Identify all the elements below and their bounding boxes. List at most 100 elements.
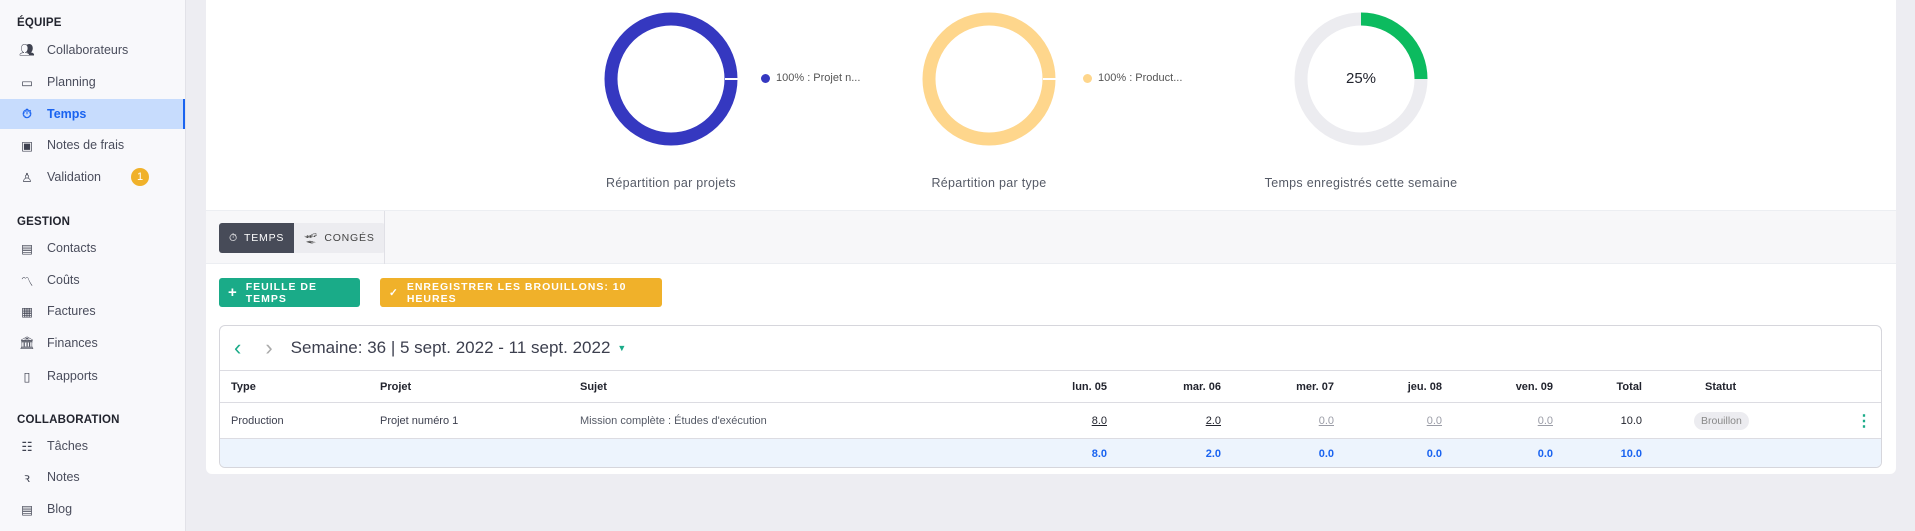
column-header: jeu. 08 [1407, 380, 1442, 393]
stamp-icon: ♙ [21, 170, 33, 185]
sidebar-item-temps[interactable]: ⏱ Temps [0, 99, 185, 129]
contact-card-icon: ▤ [21, 241, 33, 256]
total-cell: 10.0 [1620, 448, 1642, 460]
chevron-right-icon[interactable]: › [265, 335, 272, 361]
tab-band: ⏱ TEMPS 🛫︎ CONGÉS [206, 210, 1896, 264]
calendar-icon: ▭ [21, 75, 33, 90]
sidebar-item-label: Notes de frais [47, 138, 125, 152]
column-header: Sujet [580, 380, 607, 393]
sidebar-item-notes[interactable]: ꝛ Notes [0, 462, 185, 492]
tab-temps[interactable]: ⏱ TEMPS [219, 223, 295, 253]
total-cell: 8.0 [1091, 448, 1107, 460]
total-cell: 0.0 [1318, 448, 1334, 460]
sidebar-item-rapports[interactable]: ▯ Rapports [0, 361, 185, 391]
sidebar-item-label: Rapports [47, 369, 98, 383]
sidebar-section-title: GESTION [17, 216, 71, 228]
week-navigator: ‹ › Semaine: 36 | 5 sept. 2022 - 11 sept… [220, 326, 1881, 371]
column-header: Statut [1705, 380, 1737, 393]
column-header: mar. 06 [1183, 380, 1221, 393]
hours-cell[interactable]: 8.0 [1092, 415, 1107, 427]
donut-type [922, 12, 1056, 146]
sidebar-item-label: Finances [47, 336, 98, 350]
hours-cell[interactable]: 0.0 [1319, 415, 1334, 427]
sidebar-item-label: Validation [47, 170, 101, 184]
sidebar-item-validation[interactable]: ♙ Validation 1 [0, 162, 185, 192]
sidebar-item-factures[interactable]: ▦ Factures [0, 296, 185, 326]
check-icon: ✓ [389, 286, 399, 299]
table-header: Type Projet Sujet lun. 05 mar. 06 mer. 07 jeu.… [220, 371, 1881, 403]
sidebar-item-label: Contacts [47, 241, 97, 255]
new-timesheet-button[interactable]: + FEUILLE DE TEMPS [219, 278, 360, 307]
chart-caption: Répartition par projets [606, 176, 736, 190]
chevron-left-icon[interactable]: ‹ [234, 335, 241, 361]
sidebar-item-notesdefrais[interactable]: ▣ Notes de frais [0, 130, 185, 160]
comment-list-icon: ▤ [21, 502, 33, 517]
button-label: ENREGISTRER LES BROUILLONS: 10 HEURES [406, 280, 627, 305]
hours-cell[interactable]: 0.0 [1427, 415, 1442, 427]
donut-center-value: 25% [1345, 70, 1377, 87]
timesheet-table: ‹ › Semaine: 36 | 5 sept. 2022 - 11 sept… [219, 325, 1882, 468]
total-cell: 2.0 [1205, 448, 1221, 460]
tab-label: CONGÉS [324, 232, 375, 244]
sidebar-item-blog[interactable]: ▤ Blog [0, 494, 185, 524]
sidebar-item-contacts[interactable]: ▤ Contacts [0, 233, 185, 263]
sidebar-item-label: Tâches [47, 439, 88, 453]
legend-label: 100% : Product... [1098, 72, 1183, 84]
sidebar-section-title: ÉQUIPE [17, 17, 62, 29]
week-title[interactable]: Semaine: 36 | 5 sept. 2022 - 11 sept. 20… [291, 338, 611, 358]
hours-cell[interactable]: 0.0 [1538, 415, 1553, 427]
people-icon: 👥︎ [19, 42, 35, 57]
sidebar-item-label: Collaborateurs [47, 43, 129, 57]
column-header: Type [231, 380, 256, 393]
wallet-icon: ▣ [21, 138, 33, 153]
tab-conges[interactable]: 🛫︎ CONGÉS [294, 223, 384, 253]
column-header: Projet [380, 380, 412, 393]
cell-project: Projet numéro 1 [380, 414, 459, 427]
trend-icon: 〽 [20, 274, 34, 289]
legend-projects: 100% : Projet n... [761, 72, 860, 84]
sidebar-item-cots[interactable]: 〽 Coûts [0, 265, 185, 295]
sidebar-section-title: COLLABORATION [17, 414, 120, 426]
column-header: ven. 09 [1515, 380, 1553, 393]
plus-icon: + [228, 284, 238, 301]
column-header: Total [1616, 380, 1642, 393]
notification-badge: 1 [131, 168, 149, 186]
total-cell: 0.0 [1426, 448, 1442, 460]
clipboard-icon: ▯ [23, 369, 31, 384]
tab-group: ⏱ TEMPS 🛫︎ CONGÉS [219, 223, 385, 253]
caret-down-icon[interactable]: ▼ [617, 343, 626, 353]
sidebar: ÉQUIPE 👥︎ Collaborateurs ▭ Planning ⏱ Temps ▣ No… [0, 0, 186, 531]
checklist-icon: ☷ [21, 439, 33, 454]
sidebar-item-label: Blog [47, 502, 73, 516]
totals-row: 8.0 2.0 0.0 0.0 0.0 10.0 [220, 439, 1881, 467]
stopwatch-icon: ⏱ [22, 106, 32, 121]
bank-icon: 🏛︎ [19, 335, 35, 350]
status-badge: Brouillon [1694, 411, 1749, 430]
save-drafts-button[interactable]: ✓ ENREGISTRER LES BROUILLONS: 10 HEURES [380, 278, 662, 307]
scribble-icon: ꝛ [24, 470, 30, 485]
cell-type: Production [231, 414, 284, 427]
sidebar-item-label: Temps [47, 107, 87, 121]
sidebar-item-label: Coûts [47, 273, 80, 287]
legend-dot [761, 73, 770, 83]
donut-projects-slice [604, 12, 738, 146]
sidebar-item-label: Planning [47, 75, 96, 89]
more-vertical-icon[interactable]: ⋮ [1856, 411, 1872, 431]
cell-total: 10.0 [1620, 414, 1642, 427]
sidebar-item-tches[interactable]: ☷ Tâches [0, 431, 185, 461]
sidebar-item-label: Notes [47, 470, 80, 484]
main-card: 100% : Projet n... Répartition par proje… [206, 0, 1896, 474]
table-row: Production Projet numéro 1 Mission complèt… [220, 403, 1881, 439]
sidebar-item-finances[interactable]: 🏛︎ Finances [0, 328, 185, 358]
donut-projects [604, 12, 738, 146]
donut-type-slice [922, 12, 1056, 146]
sidebar-item-collaborateurs[interactable]: 👥︎ Collaborateurs [0, 35, 185, 65]
legend-type: 100% : Product... [1083, 72, 1182, 84]
column-header: mer. 07 [1296, 380, 1334, 393]
column-header: lun. 05 [1072, 380, 1107, 393]
divider [384, 211, 385, 264]
sidebar-item-planning[interactable]: ▭ Planning [0, 67, 185, 97]
chart-caption: Répartition par type [931, 176, 1047, 190]
sidebar-item-label: Factures [47, 304, 96, 318]
hours-cell[interactable]: 2.0 [1206, 415, 1221, 427]
